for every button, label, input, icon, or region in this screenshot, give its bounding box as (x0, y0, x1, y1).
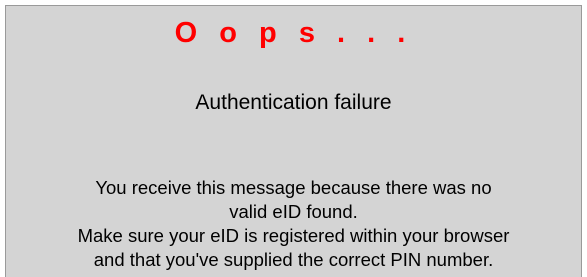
page-frame: O o p s . . . Authentication failure You… (0, 0, 587, 277)
message-line: Make sure your eID is registered within … (77, 225, 510, 246)
error-message: You receive this message because there w… (6, 176, 581, 272)
error-panel: O o p s . . . Authentication failure You… (5, 5, 582, 277)
message-line: You receive this message because there w… (95, 177, 492, 198)
message-line: valid eID found. (229, 201, 358, 222)
error-title: O o p s . . . (174, 17, 413, 49)
error-heading: Authentication failure (195, 91, 392, 114)
message-line: and that you've supplied the correct PIN… (93, 249, 494, 270)
